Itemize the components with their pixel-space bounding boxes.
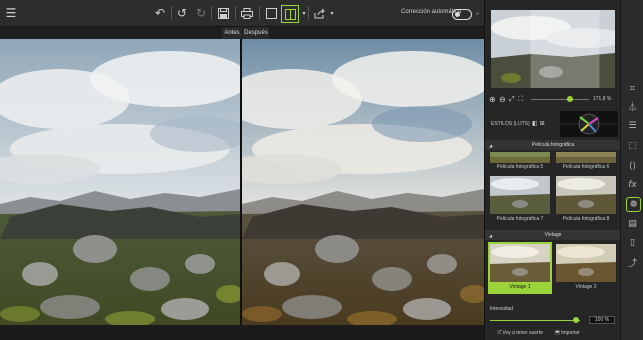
styles-icon[interactable]: ❁ <box>626 197 641 212</box>
toolbar-divider <box>259 6 260 20</box>
before-tab[interactable]: Antes <box>222 27 242 39</box>
actual-size-icon[interactable]: ⛶ <box>518 95 523 104</box>
style-caption: Vintage 2 <box>575 284 597 290</box>
style-thumb[interactable] <box>490 296 550 302</box>
style-thumb[interactable] <box>556 296 616 302</box>
section-header-film[interactable]: ◢ Película fotográfica <box>485 140 621 150</box>
import-button[interactable]: ⬒ Importar <box>555 330 580 336</box>
style-caption: Vintage 1 <box>509 284 531 290</box>
style-caption: Película fotográfica 8 <box>562 216 610 222</box>
after-tab[interactable]: Después <box>243 27 269 39</box>
zoom-out-icon[interactable]: ⊖ <box>499 95 506 104</box>
undo-step-icon[interactable]: ↺ <box>174 5 190 21</box>
status-bar <box>0 325 484 340</box>
section-header-vintage[interactable]: ◢ Vintage <box>485 230 621 240</box>
section-title: Película fotográfica <box>531 142 575 148</box>
print-icon[interactable] <box>239 5 255 21</box>
document-icon[interactable]: ▯ <box>626 236 639 249</box>
intensity-value[interactable]: 100 % <box>589 316 615 324</box>
section-title: Vintage <box>544 232 562 238</box>
perspective-icon[interactable]: ⏃ <box>626 100 639 113</box>
intensity-label: Intensidad <box>490 306 514 312</box>
toolbar-divider <box>171 6 172 20</box>
toolbar-divider <box>211 6 212 20</box>
style-caption: Película fotográfica 5 <box>496 164 544 170</box>
redo-icon[interactable]: ↻ <box>193 5 209 21</box>
color-wheel[interactable] <box>560 111 618 137</box>
collapse-icon: ◢ <box>489 142 493 148</box>
share-icon[interactable]: ⤴ <box>626 256 639 269</box>
lucky-button[interactable]: ⤮ Voy a tener suerte <box>497 330 543 336</box>
chevron-down-icon[interactable]: ▾ <box>296 5 312 21</box>
style-caption: Película fotográfica 6 <box>562 164 610 170</box>
before-photo <box>0 39 240 325</box>
single-view-icon[interactable] <box>263 5 279 21</box>
import-label: Importar <box>561 330 580 336</box>
auto-correct-toggle[interactable] <box>452 9 472 20</box>
intensity-slider[interactable] <box>490 317 580 323</box>
style-thumb-selected[interactable]: Vintage 1 <box>488 242 552 294</box>
side-panel: ⊕ ⊖ ⤢ ⛶ 171,8 % ESTILOS (LUTS) ◧ ⊞ ◢ Pel… <box>484 0 621 340</box>
main-toolbar: ☰ ↶ ↺ ↻ ▾ ▾ Corrección automática ▸ <box>0 0 484 27</box>
selection-icon[interactable]: ⬚ <box>626 139 639 152</box>
brackets-icon[interactable]: ⟮⟯ <box>626 159 639 172</box>
import-icon: ⬒ <box>555 330 560 336</box>
shuffle-icon: ⤮ <box>497 330 502 336</box>
fx-icon[interactable]: fx <box>626 178 639 191</box>
style-thumb[interactable] <box>556 151 616 163</box>
after-photo <box>242 39 484 325</box>
style-thumb[interactable] <box>490 176 550 214</box>
navigator-thumbnail[interactable] <box>491 10 615 88</box>
style-thumb[interactable] <box>556 176 616 214</box>
adjust-sliders-icon[interactable]: ☰ <box>626 119 639 132</box>
toolbar-divider <box>308 6 309 20</box>
save-icon[interactable] <box>215 5 231 21</box>
style-thumb[interactable] <box>556 244 616 282</box>
film-strip-icon[interactable]: ▤ <box>626 217 639 230</box>
fit-icon[interactable]: ⤢ <box>509 95 515 104</box>
zoom-in-icon[interactable]: ⊕ <box>489 95 496 104</box>
crop-icon[interactable]: ⌗ <box>626 82 639 95</box>
zoom-slider[interactable] <box>531 96 589 102</box>
undo-icon[interactable]: ↶ <box>152 5 168 21</box>
tool-rail: ⌗ ⏃ ☰ ⬚ ⟮⟯ fx ❁ ▤ ▯ ⤴ <box>620 0 643 340</box>
intensity-fill <box>490 320 580 321</box>
toolbar-divider <box>235 6 236 20</box>
lucky-label: Voy a tener suerte <box>502 330 543 336</box>
collapse-icon: ◢ <box>489 232 493 238</box>
style-caption: Película fotográfica 7 <box>496 216 544 222</box>
styles-view-icon[interactable]: ◧ ⊞ <box>532 120 545 127</box>
zoom-value: 171,8 % <box>593 96 612 102</box>
export-chevron-icon[interactable]: ▾ <box>324 5 340 21</box>
intensity-slider-handle[interactable] <box>572 317 579 323</box>
styles-label: ESTILOS (LUTS) <box>491 121 530 127</box>
menu-icon[interactable]: ☰ <box>3 5 19 21</box>
zoom-slider-handle[interactable] <box>567 96 574 102</box>
style-thumb[interactable] <box>490 151 550 163</box>
